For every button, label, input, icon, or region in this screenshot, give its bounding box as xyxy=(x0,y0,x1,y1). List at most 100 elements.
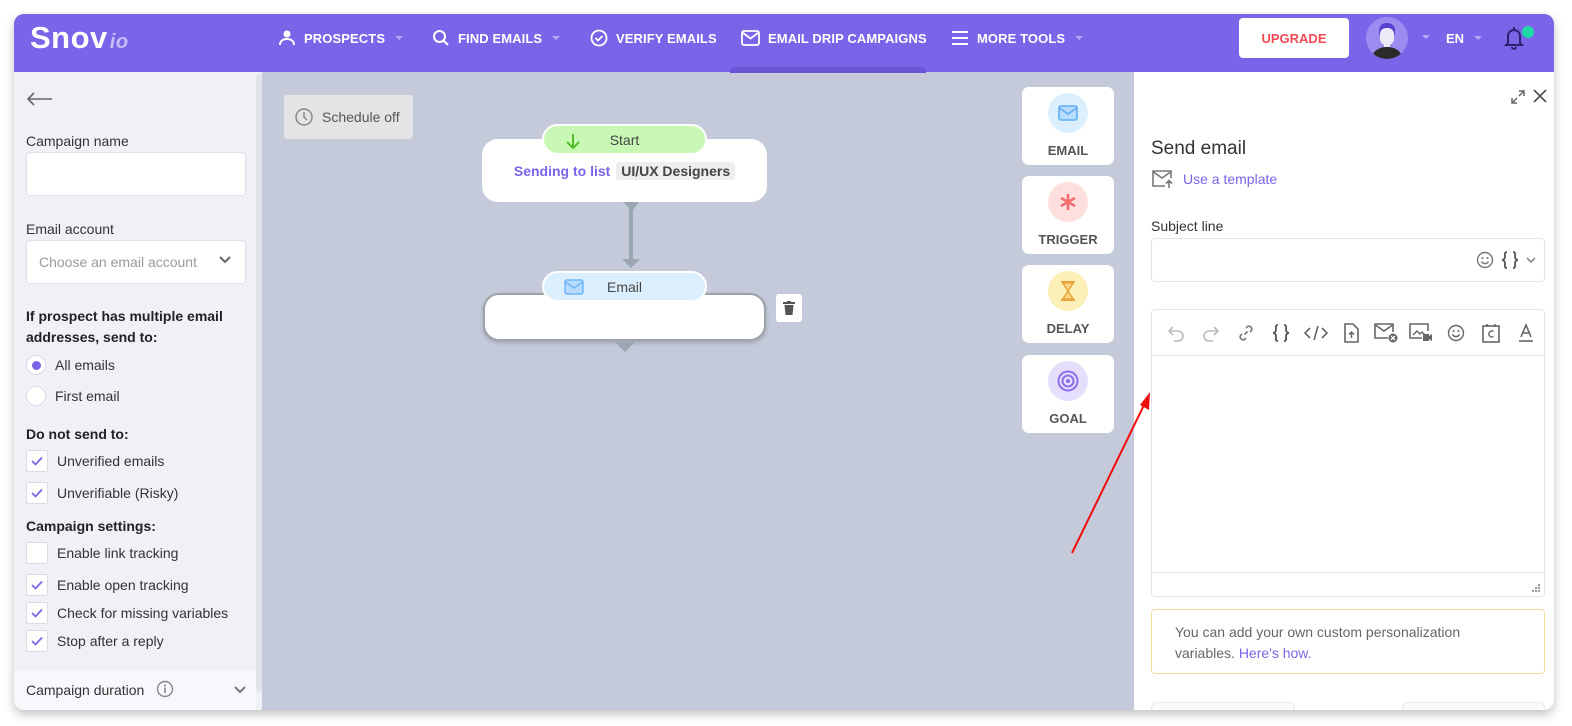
tool-goal[interactable]: GOAL xyxy=(1022,355,1114,433)
tool-email-label: EMAIL xyxy=(1047,143,1089,158)
unsubscribe-link-button[interactable] xyxy=(1374,321,1398,345)
checkmark-icon xyxy=(31,488,43,498)
logo[interactable]: Snov io xyxy=(30,20,129,56)
bell-icon[interactable] xyxy=(1504,26,1524,50)
email-body-content[interactable] xyxy=(1152,356,1544,574)
radio-button-selected[interactable] xyxy=(26,355,46,375)
insert-link-button[interactable] xyxy=(1234,321,1258,345)
source-code-button[interactable] xyxy=(1304,321,1328,345)
hint-text: You can add your own custom personalizat… xyxy=(1175,624,1461,661)
tool-trigger[interactable]: TRIGGER xyxy=(1022,176,1114,254)
radio-label: First email xyxy=(55,388,120,404)
close-icon[interactable] xyxy=(1533,89,1547,103)
attach-file-button[interactable] xyxy=(1339,321,1363,345)
tool-delay[interactable]: DELAY xyxy=(1022,265,1114,343)
tool-delay-circle xyxy=(1048,271,1088,311)
tool-goal-circle xyxy=(1048,361,1088,401)
back-arrow-icon[interactable] xyxy=(26,92,54,106)
delete-node-button[interactable] xyxy=(776,294,802,322)
checkmark-icon xyxy=(31,456,43,466)
checkbox-checked[interactable] xyxy=(26,630,48,652)
campaign-duration-accordion[interactable]: Campaign duration xyxy=(14,670,256,710)
nav-find-emails[interactable]: FIND EMAILS xyxy=(432,14,561,62)
checkbox-label: Unverified emails xyxy=(57,453,165,469)
nav-prospects[interactable]: PROSPECTS xyxy=(278,14,404,62)
text-color-button[interactable] xyxy=(1514,321,1538,345)
expand-icon[interactable] xyxy=(1511,90,1525,104)
start-node-header: Start xyxy=(542,124,707,155)
heres-how-link[interactable]: Here's how. xyxy=(1239,645,1312,661)
checkbox-checked[interactable] xyxy=(26,602,48,624)
trash-icon xyxy=(783,301,795,315)
email-account-select[interactable]: Choose an email account xyxy=(26,240,246,284)
bottom-right-button[interactable] xyxy=(1402,702,1545,710)
campaign-name-input[interactable] xyxy=(26,152,246,196)
redo-button[interactable] xyxy=(1199,321,1223,345)
envelope-remove-icon xyxy=(1374,322,1398,342)
check-circle-icon xyxy=(590,29,608,47)
code-icon xyxy=(1304,325,1328,340)
schedule-toggle-button[interactable]: Schedule off xyxy=(284,95,413,139)
insert-video-button[interactable] xyxy=(1409,321,1433,345)
avatar[interactable] xyxy=(1366,17,1408,59)
checkbox-unchecked[interactable] xyxy=(26,542,48,564)
undo-icon xyxy=(1167,325,1184,342)
menu-icon xyxy=(952,31,968,45)
chevron-down-icon xyxy=(395,36,404,40)
left-panel-scrollbar[interactable] xyxy=(256,74,262,692)
notification-dot xyxy=(1522,26,1534,38)
checkbox-checked[interactable] xyxy=(26,574,48,596)
nav-prospects-label: PROSPECTS xyxy=(304,30,386,46)
nav-verify-emails-label: VERIFY EMAILS xyxy=(616,30,717,46)
search-icon xyxy=(433,30,449,46)
tool-email[interactable]: EMAIL xyxy=(1022,87,1114,165)
email-body-editor[interactable] xyxy=(1151,309,1545,597)
app-window: Snov io PROSPECTS FIND EMAILS VERIFY EMAI… xyxy=(14,14,1554,710)
nav-email-drip-campaigns[interactable]: EMAIL DRIP CAMPAIGNS xyxy=(741,14,927,62)
radio-first-email[interactable]: First email xyxy=(26,386,120,406)
checkbox-enable-link-tracking[interactable]: Enable link tracking xyxy=(26,542,178,564)
insert-emoji-button[interactable] xyxy=(1444,321,1468,345)
use-template-row[interactable]: Use a template xyxy=(1151,169,1277,189)
sending-prefix: Sending to list xyxy=(513,163,611,179)
envelope-upload-icon xyxy=(1152,170,1173,188)
clock-icon xyxy=(295,108,313,126)
avatar-chevron-icon[interactable] xyxy=(1422,35,1430,39)
radio-all-emails[interactable]: All emails xyxy=(26,355,115,375)
personalization-hint: You can add your own custom personalizat… xyxy=(1151,609,1545,674)
checkbox-enable-open-tracking[interactable]: Enable open tracking xyxy=(26,574,189,596)
undo-button[interactable] xyxy=(1164,321,1188,345)
resize-handle-icon[interactable] xyxy=(1531,583,1541,593)
radio-button[interactable] xyxy=(26,386,46,406)
do-not-send-heading: Do not send to: xyxy=(26,426,129,442)
checkbox-check-missing-variables[interactable]: Check for missing variables xyxy=(26,602,228,624)
insert-signature-button[interactable] xyxy=(1479,321,1503,345)
variables-icon xyxy=(1272,323,1290,342)
checkbox-stop-after-reply[interactable]: Stop after a reply xyxy=(26,630,164,652)
nav-more-tools[interactable]: MORE TOOLS xyxy=(951,14,1084,62)
use-template-link[interactable]: Use a template xyxy=(1183,171,1277,187)
checkbox-unverifiable-risky[interactable]: Unverifiable (Risky) xyxy=(26,482,178,504)
variables-icon[interactable] xyxy=(1500,251,1520,269)
list-name-tag[interactable]: UI/UX Designers xyxy=(616,162,736,180)
checkbox-label: Unverifiable (Risky) xyxy=(57,485,179,501)
checkbox-checked[interactable] xyxy=(26,450,48,472)
nav-email-drip-campaigns-label: EMAIL DRIP CAMPAIGNS xyxy=(768,30,927,46)
user-icon xyxy=(279,30,295,46)
checkbox-unverified-emails[interactable]: Unverified emails xyxy=(26,450,164,472)
upgrade-button[interactable]: UPGRADE xyxy=(1239,18,1349,58)
info-icon[interactable] xyxy=(156,680,174,698)
chevron-down-icon[interactable] xyxy=(1526,257,1536,263)
checkbox-checked[interactable] xyxy=(26,482,48,504)
editor-statusbar xyxy=(1152,572,1544,596)
campaign-settings-panel: Campaign name Email account Choose an em… xyxy=(14,72,262,710)
insert-variable-button[interactable] xyxy=(1269,321,1293,345)
emoji-icon[interactable] xyxy=(1476,251,1494,269)
nav-verify-emails[interactable]: VERIFY EMAILS xyxy=(590,14,717,62)
subject-line-input[interactable] xyxy=(1151,238,1545,282)
tool-trigger-circle xyxy=(1048,182,1088,222)
tool-goal-label: GOAL xyxy=(1049,411,1087,426)
chevron-down-icon xyxy=(1075,36,1084,40)
bottom-left-button[interactable] xyxy=(1151,702,1295,710)
language-selector[interactable]: EN xyxy=(1446,14,1483,62)
